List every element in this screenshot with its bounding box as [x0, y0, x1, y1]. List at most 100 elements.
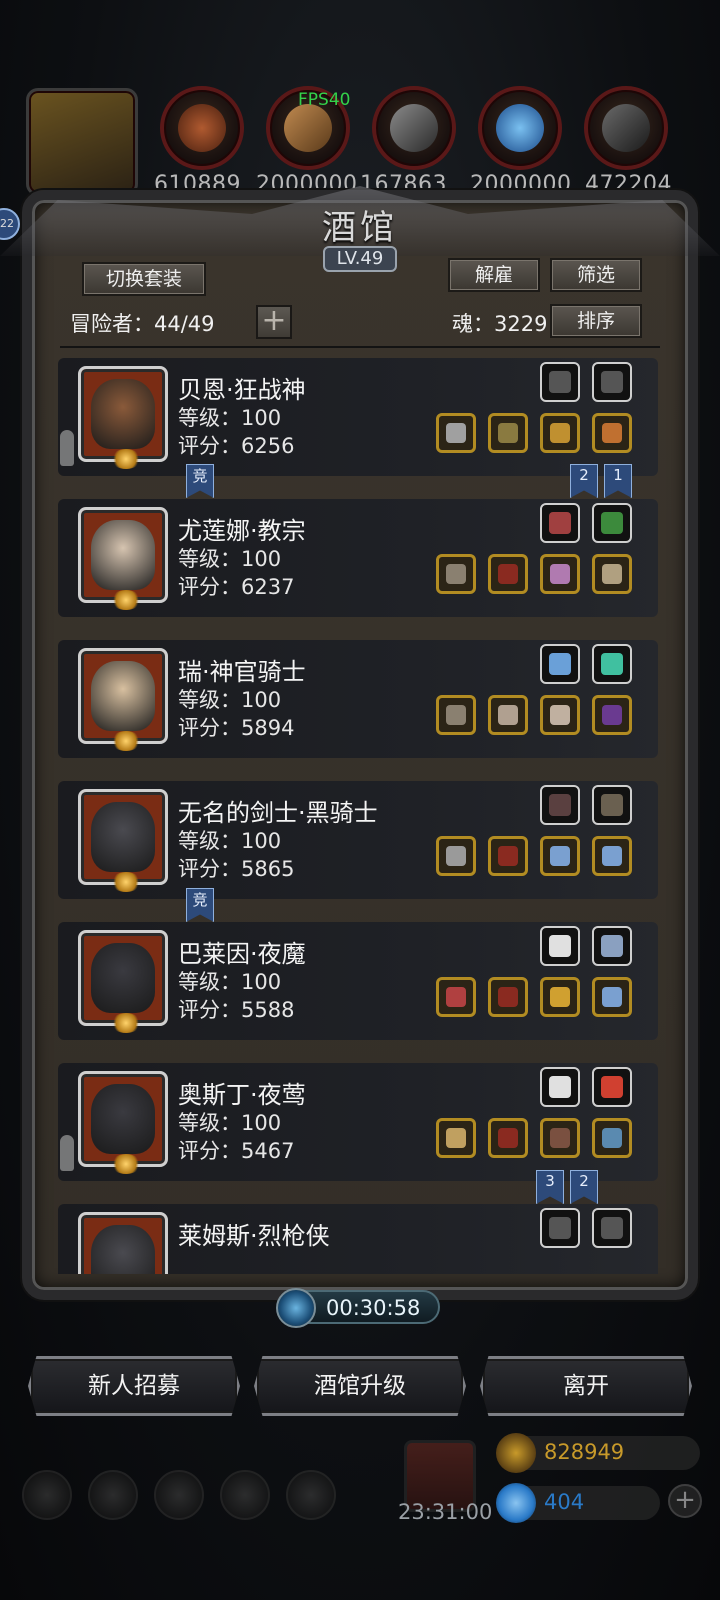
hero-face: [91, 661, 155, 731]
accessory-slot[interactable]: [592, 926, 632, 966]
equipment-slot[interactable]: [488, 695, 528, 735]
ghost-icon: [60, 430, 74, 466]
equipment-slot[interactable]: [592, 977, 632, 1017]
hero-score: 评分：5588: [178, 998, 295, 1022]
accessory-slot[interactable]: [592, 503, 632, 543]
leave-button[interactable]: 离开: [480, 1356, 692, 1416]
equipment-icon: [550, 423, 570, 443]
hero-face: [91, 379, 155, 449]
hero-level: 等级：100: [178, 970, 282, 994]
hero-card[interactable]: 莱姆斯·烈枪侠: [58, 1204, 658, 1274]
equipment-icon: [550, 705, 570, 725]
accessory-icon: [601, 1076, 623, 1098]
hero-portrait[interactable]: [78, 1071, 168, 1174]
hero-card[interactable]: 瑞·神官骑士 等级：100 评分：5894: [58, 640, 658, 758]
clock-icon: [276, 1288, 316, 1328]
meat-icon[interactable]: [160, 86, 244, 170]
hero-card[interactable]: 尤莲娜·教宗 等级：100 评分：6237: [58, 499, 658, 617]
hero-list[interactable]: 贝恩·狂战神 等级：100 评分：6256 尤莲娜·教宗 等级：100 评分：6237 瑞·…: [58, 358, 658, 1274]
equipment-icon: [446, 705, 466, 725]
equipment-slot[interactable]: [540, 1118, 580, 1158]
hero-card[interactable]: 奥斯丁·夜莺 等级：100 评分：5467: [58, 1063, 658, 1181]
equipment-slot[interactable]: [592, 836, 632, 876]
equipment-slot[interactable]: [540, 413, 580, 453]
recruit-button[interactable]: 新人招募: [28, 1356, 240, 1416]
hero-name: 无名的剑士·黑骑士: [178, 799, 378, 827]
hero-portrait[interactable]: [78, 648, 168, 751]
accessory-icon: [549, 371, 571, 393]
accessory-slot[interactable]: [540, 644, 580, 684]
hero-portrait[interactable]: [78, 930, 168, 1033]
mail-icon[interactable]: [220, 1470, 270, 1520]
equipment-slot[interactable]: [592, 554, 632, 594]
accessory-slot[interactable]: [592, 1067, 632, 1107]
equipment-icon: [498, 423, 518, 443]
equipment-slot[interactable]: [592, 1118, 632, 1158]
accessory-slot[interactable]: [592, 362, 632, 402]
hero-card[interactable]: 无名的剑士·黑骑士 等级：100 评分：5865: [58, 781, 658, 899]
sort-button[interactable]: 排序: [550, 304, 642, 338]
equipment-icon: [446, 564, 466, 584]
hero-level: 等级：100: [178, 1111, 282, 1135]
equipment-icon: [550, 987, 570, 1007]
ore-icon[interactable]: [584, 86, 668, 170]
equipment-slot[interactable]: [488, 554, 528, 594]
equipment-slot[interactable]: [488, 977, 528, 1017]
hero-portrait[interactable]: [78, 366, 168, 469]
moon-ornament-icon: [111, 872, 141, 892]
equipment-slot[interactable]: [488, 413, 528, 453]
accessory-slot[interactable]: [540, 1208, 580, 1248]
soul-count: 魂：3229: [452, 312, 548, 336]
filter-button[interactable]: 筛选: [550, 258, 642, 292]
equipment-slot[interactable]: [436, 413, 476, 453]
upgrade-tavern-button[interactable]: 酒馆升级: [254, 1356, 466, 1416]
hero-portrait-button[interactable]: [26, 88, 138, 196]
arena-rank-flag: 竞: [186, 888, 214, 922]
accessory-slot[interactable]: [540, 1067, 580, 1107]
accessory-slot[interactable]: [540, 362, 580, 402]
divider: [60, 346, 660, 348]
iron-icon[interactable]: [372, 86, 456, 170]
equipment-slot[interactable]: [436, 1118, 476, 1158]
handshake-icon[interactable]: [286, 1470, 336, 1520]
accessory-slot[interactable]: [540, 926, 580, 966]
accessory-slot[interactable]: [592, 644, 632, 684]
rank-flag: 2: [570, 464, 598, 498]
settings-icon[interactable]: [22, 1470, 72, 1520]
equipment-icon: [446, 423, 466, 443]
equipment-slot[interactable]: [540, 554, 580, 594]
accessory-slot[interactable]: [540, 785, 580, 825]
equipment-icon: [446, 846, 466, 866]
equipment-slot[interactable]: [436, 695, 476, 735]
dismiss-button[interactable]: 解雇: [448, 258, 540, 292]
hero-card[interactable]: 贝恩·狂战神 等级：100 评分：6256: [58, 358, 658, 476]
equipment-slot[interactable]: [488, 836, 528, 876]
hero-portrait[interactable]: [78, 1212, 168, 1274]
accessory-slot[interactable]: [592, 1208, 632, 1248]
switch-outfit-button[interactable]: 切换套装: [82, 262, 206, 296]
gem-value: 404: [544, 1490, 585, 1514]
equipment-slot[interactable]: [592, 695, 632, 735]
equipment-slot[interactable]: [436, 836, 476, 876]
hero-card[interactable]: 巴莱因·夜魔 等级：100 评分：5588: [58, 922, 658, 1040]
accessory-slot[interactable]: [592, 785, 632, 825]
equipment-slot[interactable]: [592, 413, 632, 453]
accessory-icon: [601, 794, 623, 816]
star-icon[interactable]: [88, 1470, 138, 1520]
hero-portrait[interactable]: [78, 507, 168, 610]
equipment-icon: [602, 846, 622, 866]
equipment-slot[interactable]: [436, 977, 476, 1017]
equipment-slot[interactable]: [540, 695, 580, 735]
hero-portrait[interactable]: [78, 789, 168, 892]
accessory-icon: [601, 512, 623, 534]
equipment-slot[interactable]: [540, 977, 580, 1017]
equipment-slot[interactable]: [436, 554, 476, 594]
book-icon[interactable]: [154, 1470, 204, 1520]
add-currency-button[interactable]: +: [668, 1484, 702, 1518]
equipment-slot[interactable]: [488, 1118, 528, 1158]
accessory-slot[interactable]: [540, 503, 580, 543]
equipment-slot[interactable]: [540, 836, 580, 876]
equipment-icon: [498, 846, 518, 866]
add-slot-button[interactable]: +: [256, 305, 292, 339]
crystal-icon[interactable]: [478, 86, 562, 170]
